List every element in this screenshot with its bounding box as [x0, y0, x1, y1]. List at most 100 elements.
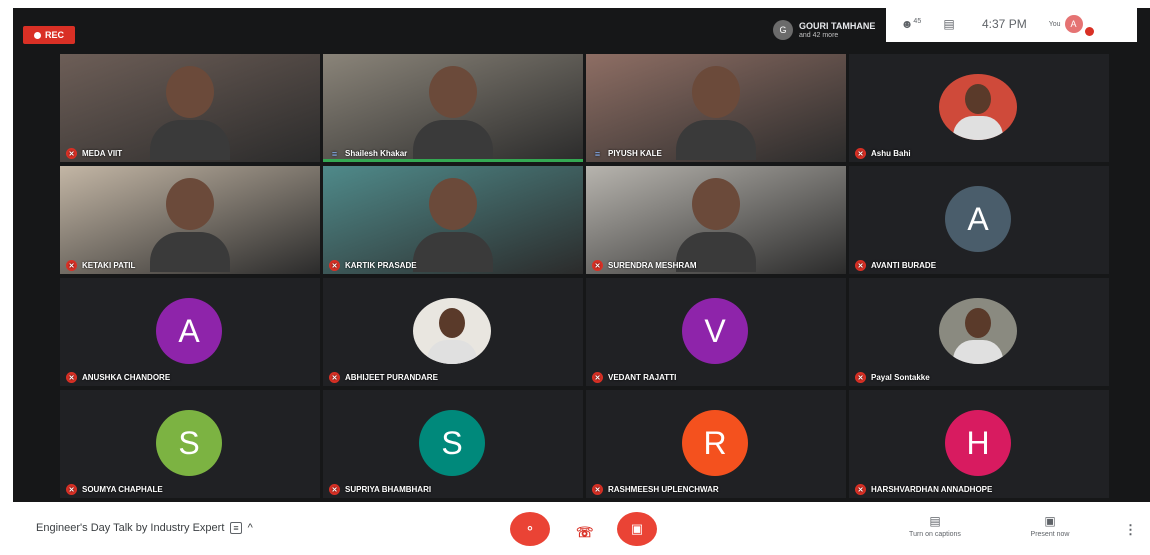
mic-muted-icon: ✕ — [66, 484, 77, 495]
participant-avatar: H — [945, 410, 1011, 476]
participant-tile[interactable]: ✕ Ashu Bahi — [849, 54, 1109, 162]
participant-grid: ✕ MEDA VIIT ≡ Shailesh Khakar ≡ PIYUSH KALE ✕ A… — [60, 54, 1109, 502]
participant-tile[interactable]: A ✕ AVANTI BURADE — [849, 166, 1109, 274]
participant-video — [150, 178, 230, 274]
participant-name-row: ✕ KETAKI PATIL — [66, 260, 135, 271]
record-dot-icon — [33, 31, 41, 39]
present-label: Present now — [1030, 531, 1070, 538]
participant-name-row: ✕ SOUMYA CHAPHALE — [66, 484, 163, 495]
user-avatar[interactable]: A — [1064, 15, 1083, 33]
mic-muted-icon: ✕ — [66, 260, 77, 271]
mic-muted-icon: ✕ — [592, 372, 603, 383]
recording-label: REC — [44, 30, 64, 40]
mic-muted-icon: ✕ — [592, 260, 603, 271]
participant-avatar: A — [945, 186, 1011, 252]
mic-off-icon: ⚬ — [524, 521, 536, 536]
participant-video — [413, 178, 493, 274]
participant-tile[interactable]: ✕ ABHIJEET PURANDARE — [323, 278, 583, 386]
mic-muted-icon: ✕ — [329, 260, 340, 271]
participant-name-row: ✕ KARTIK PRASADE — [329, 260, 417, 271]
participant-name-row: ✕ Payal Sontakke — [855, 372, 930, 383]
participant-tile[interactable]: ✕ Payal Sontakke — [849, 278, 1109, 386]
participant-name: SOUMYA CHAPHALE — [82, 485, 163, 494]
participant-name: Shailesh Khakar — [345, 149, 408, 158]
captions-label: Turn on captions — [909, 531, 961, 538]
participant-name-row: ✕ Ashu Bahi — [855, 148, 911, 159]
participant-name-row: ✕ MEDA VIIT — [66, 148, 122, 159]
recording-badge: REC — [23, 26, 75, 44]
presenter-chip[interactable]: G GOURI TAMHANE and 42 more — [773, 20, 875, 40]
hang-up-button[interactable]: ☏ — [576, 524, 594, 541]
participant-name: ABHIJEET PURANDARE — [345, 373, 438, 382]
participant-tile[interactable]: ✕ SURENDRA MESHRAM — [586, 166, 846, 274]
participant-tile[interactable]: S ✕ SUPRIYA BHAMBHARI — [323, 390, 583, 498]
participant-name: AVANTI BURADE — [871, 261, 937, 270]
people-icon[interactable]: ☻45 — [898, 17, 924, 31]
mic-muted-icon: ✕ — [329, 484, 340, 495]
participant-name: HARSHVARDHAN ANNADHOPE — [871, 485, 993, 494]
participant-name-row: ≡ PIYUSH KALE — [592, 148, 662, 159]
participant-photo — [413, 298, 491, 364]
mic-active-icon: ≡ — [594, 148, 601, 159]
participant-tile[interactable]: ≡ PIYUSH KALE — [586, 54, 846, 162]
participant-video — [150, 66, 230, 162]
participant-avatar: V — [682, 298, 748, 364]
participant-tile[interactable]: R ✕ RASHMEESH UPLENCHWAR — [586, 390, 846, 498]
camera-toggle-button[interactable]: ▣ — [617, 512, 657, 546]
participant-name-row: ✕ VEDANT RAJATTI — [592, 372, 676, 383]
participant-photo — [939, 298, 1017, 364]
participant-name-row: ✕ SUPRIYA BHAMBHARI — [329, 484, 431, 495]
chat-icon[interactable]: ▤ — [936, 17, 962, 31]
mic-toggle-button[interactable]: ⚬ — [510, 512, 550, 546]
participant-name: Ashu Bahi — [871, 149, 911, 158]
phone-icon: ☏ — [576, 524, 594, 540]
participant-name-row: ✕ ANUSHKA CHANDORE — [66, 372, 170, 383]
presenter-subtitle: and 42 more — [799, 31, 839, 39]
captions-button[interactable]: ▤ Turn on captions — [895, 514, 975, 538]
notification-badge — [1084, 26, 1094, 36]
speaking-indicator — [323, 159, 583, 162]
participant-tile[interactable]: ≡ Shailesh Khakar — [323, 54, 583, 162]
present-now-button[interactable]: ▣ Present now — [1010, 514, 1090, 538]
meeting-details[interactable]: Engineer's Day Talk by Industry Expert ≡… — [36, 522, 253, 534]
participant-avatar: R — [682, 410, 748, 476]
top-right-tray: ☻45 ▤ 4:37 PM You A — [886, 6, 1137, 42]
participant-name: ANUSHKA CHANDORE — [82, 373, 171, 382]
participant-name: MEDA VIIT — [82, 149, 123, 158]
participant-name-row: ✕ AVANTI BURADE — [855, 260, 936, 271]
participant-name: KETAKI PATIL — [82, 261, 136, 270]
mic-muted-icon: ✕ — [592, 484, 603, 495]
participant-name-row: ✕ HARSHVARDHAN ANNADHOPE — [855, 484, 992, 495]
clock-time: 4:37 PM — [982, 17, 1027, 31]
presenter-avatar: G — [773, 20, 793, 40]
chevron-up-icon[interactable]: ^ — [248, 522, 253, 534]
participant-tile[interactable]: ✕ MEDA VIIT — [60, 54, 320, 162]
participant-name: RASHMEESH UPLENCHWAR — [608, 485, 719, 494]
participant-video — [676, 66, 756, 162]
present-icon: ▣ — [1044, 514, 1056, 528]
participant-name-row: ✕ SURENDRA MESHRAM — [592, 260, 697, 271]
participant-tile[interactable]: H ✕ HARSHVARDHAN ANNADHOPE — [849, 390, 1109, 498]
mic-muted-icon: ✕ — [855, 484, 866, 495]
participant-avatar: S — [156, 410, 222, 476]
mic-muted-icon: ✕ — [66, 148, 77, 159]
more-options-icon[interactable]: ⋮ — [1124, 522, 1137, 538]
participant-name-row: ✕ RASHMEESH UPLENCHWAR — [592, 484, 719, 495]
participant-name: Payal Sontakke — [871, 373, 930, 382]
info-icon[interactable]: ≡ — [230, 522, 242, 534]
participant-tile[interactable]: V ✕ VEDANT RAJATTI — [586, 278, 846, 386]
participant-tile[interactable]: ✕ KARTIK PRASADE — [323, 166, 583, 274]
you-label: You — [1048, 20, 1061, 28]
participant-name-row: ≡ Shailesh Khakar — [329, 148, 407, 159]
participant-tile[interactable]: ✕ KETAKI PATIL — [60, 166, 320, 274]
mic-muted-icon: ✕ — [66, 372, 77, 383]
meeting-title: Engineer's Day Talk by Industry Expert — [36, 522, 225, 534]
camera-off-icon: ▣ — [630, 521, 644, 536]
bottom-bar: Engineer's Day Talk by Industry Expert ≡… — [0, 502, 1150, 555]
participant-tile[interactable]: S ✕ SOUMYA CHAPHALE — [60, 390, 320, 498]
mic-active-icon: ≡ — [331, 148, 338, 159]
participant-tile[interactable]: A ✕ ANUSHKA CHANDORE — [60, 278, 320, 386]
participant-name: SUPRIYA BHAMBHARI — [345, 485, 432, 494]
mic-muted-icon: ✕ — [855, 260, 866, 271]
participant-photo — [939, 74, 1017, 140]
